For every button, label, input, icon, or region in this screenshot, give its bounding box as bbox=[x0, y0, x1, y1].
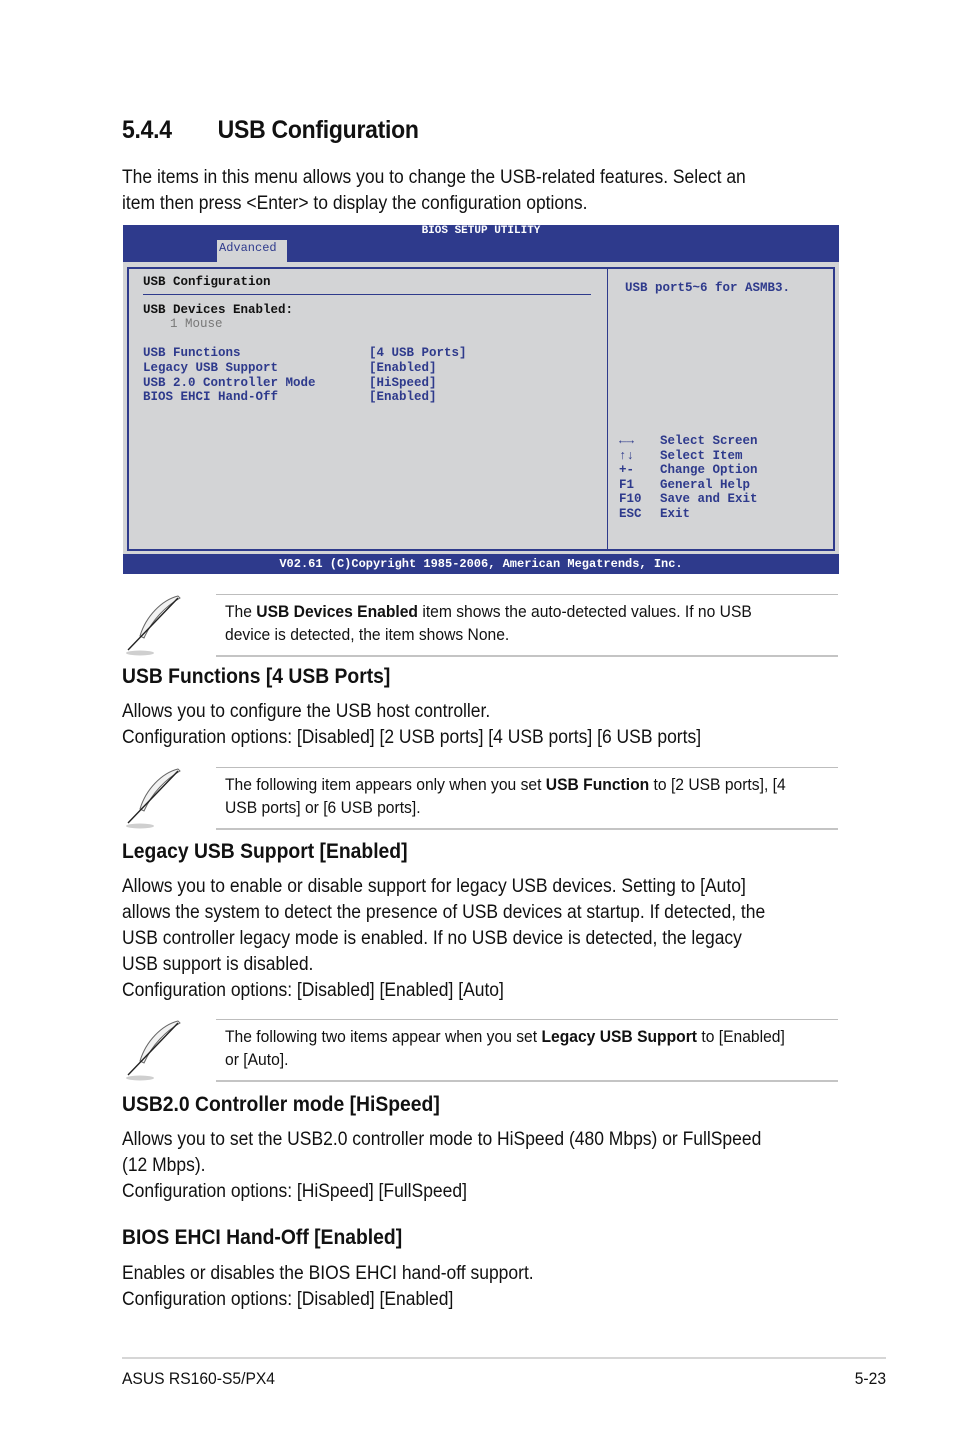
intro-line: item then press <Enter> to display the c… bbox=[122, 193, 588, 214]
section-title: USB Configuration bbox=[217, 116, 419, 144]
item-label: BIOS EHCI Hand-Off bbox=[143, 390, 279, 405]
note-text: The following two items appear when you … bbox=[225, 1027, 785, 1069]
item-value[interactable]: [Enabled] bbox=[369, 390, 437, 405]
key-legend-row: +- Change Option bbox=[619, 463, 758, 478]
bios-title: BIOS SETUP UTILITY bbox=[421, 225, 541, 237]
key-action: Change Option bbox=[660, 463, 758, 478]
left-right-arrow-icon: ←→ bbox=[619, 434, 635, 448]
bios-header-bar: BIOS SETUP UTILITY Advanced bbox=[123, 225, 839, 262]
subsection-body: Allows you to configure the USB host con… bbox=[122, 701, 702, 748]
item-label: USB 2.0 Controller Mode bbox=[143, 375, 316, 390]
key-legend-row: ESC Exit bbox=[619, 507, 758, 522]
subsection-heading: USB Functions [4 USB Ports] bbox=[122, 665, 391, 688]
key-legend-row: F10 Save and Exit bbox=[619, 492, 758, 507]
key-name: +- bbox=[619, 463, 635, 478]
section-number: 5.4.4 bbox=[122, 116, 172, 144]
subsection-heading: BIOS EHCI Hand-Off [Enabled] bbox=[122, 1226, 403, 1249]
item-value[interactable]: [4 USB Ports] bbox=[369, 346, 467, 361]
key-action: Select Screen bbox=[660, 434, 758, 448]
up-down-arrow-icon: ↑↓ bbox=[619, 448, 635, 463]
note-text: The USB Devices Enabled item shows the a… bbox=[225, 602, 752, 644]
key-action: Exit bbox=[660, 506, 691, 521]
key-legend-row: ↑↓ Select Item bbox=[619, 449, 758, 464]
footer-product: ASUS RS160-S5/PX4 bbox=[122, 1369, 276, 1388]
intro-paragraph: The items in this menu allows you to cha… bbox=[122, 165, 746, 217]
divider bbox=[216, 594, 838, 595]
bios-key-legend: ←→ Select Screen ↑↓ Select Item +- Change O… bbox=[619, 434, 758, 522]
divider bbox=[216, 767, 838, 768]
divider bbox=[216, 828, 838, 830]
bios-panel: USB Configuration USB Devices Enabled: 1… bbox=[127, 267, 835, 551]
key-legend-row: ←→ Select Screen bbox=[619, 434, 758, 449]
feather-note-icon bbox=[126, 595, 181, 656]
key-legend-row: F1 General Help bbox=[619, 478, 758, 493]
bios-item-legacy-usb-support[interactable]: Legacy USB Support [Enabled] bbox=[143, 361, 595, 376]
key-action: Select Item bbox=[660, 448, 743, 463]
intro-line: The items in this menu allows you to cha… bbox=[122, 167, 746, 188]
usb-devices-value: 1 Mouse bbox=[170, 317, 223, 332]
subsection-body: Allows you to enable or disable support … bbox=[122, 876, 766, 1001]
panel-divider bbox=[607, 269, 608, 549]
item-value[interactable]: [HiSpeed] bbox=[369, 376, 437, 391]
tab-advanced[interactable]: Advanced bbox=[217, 240, 287, 262]
key-name: F10 bbox=[619, 492, 642, 507]
note-box: The following two items appear when you … bbox=[122, 1017, 838, 1083]
subsection-body: Allows you to set the USB2.0 controller … bbox=[122, 1129, 762, 1202]
bios-screen: BIOS SETUP UTILITY Advanced USB Configur… bbox=[123, 225, 839, 574]
subsection-heading: USB2.0 Controller mode [HiSpeed] bbox=[122, 1093, 440, 1116]
note-box: The following item appears only when you… bbox=[122, 765, 838, 831]
footer-page-number: 5-23 bbox=[854, 1369, 886, 1388]
feather-note-icon bbox=[126, 1020, 181, 1081]
subsection-heading: Legacy USB Support [Enabled] bbox=[122, 840, 408, 863]
key-action: General Help bbox=[660, 477, 751, 492]
bios-item-usb-functions[interactable]: USB Functions [4 USB Ports] bbox=[143, 346, 595, 361]
note-box: The USB Devices Enabled item shows the a… bbox=[122, 592, 838, 658]
key-name: ESC bbox=[619, 506, 642, 521]
bios-settings-list: USB Configuration USB Devices Enabled: 1… bbox=[143, 275, 595, 405]
footer-divider bbox=[122, 1357, 886, 1359]
key-name: F1 bbox=[619, 477, 635, 492]
bios-item-usb2-controller-mode[interactable]: USB 2.0 Controller Mode [HiSpeed] bbox=[143, 376, 595, 391]
bios-help-text: USB port5~6 for ASMB3. bbox=[625, 281, 791, 295]
item-label: Legacy USB Support bbox=[143, 360, 279, 375]
divider bbox=[143, 293, 591, 295]
divider bbox=[216, 1080, 838, 1082]
feather-note-icon bbox=[126, 768, 181, 829]
usb-devices-label: USB Devices Enabled: bbox=[143, 302, 294, 317]
item-value[interactable]: [Enabled] bbox=[369, 361, 437, 376]
section-heading: 5.4.4 USB Configuration bbox=[122, 116, 419, 145]
bios-panel-title: USB Configuration bbox=[143, 275, 271, 289]
divider bbox=[216, 655, 838, 657]
bios-copyright-bar: V02.61 (C)Copyright 1985-2006, American … bbox=[123, 554, 839, 574]
item-label: USB Functions bbox=[143, 346, 241, 361]
note-text: The following item appears only when you… bbox=[225, 775, 786, 817]
divider bbox=[216, 1019, 838, 1020]
key-action: Save and Exit bbox=[660, 492, 758, 507]
subsection-body: Enables or disables the BIOS EHCI hand-o… bbox=[122, 1263, 534, 1310]
bios-item-ehci-hand-off[interactable]: BIOS EHCI Hand-Off [Enabled] bbox=[143, 390, 595, 405]
